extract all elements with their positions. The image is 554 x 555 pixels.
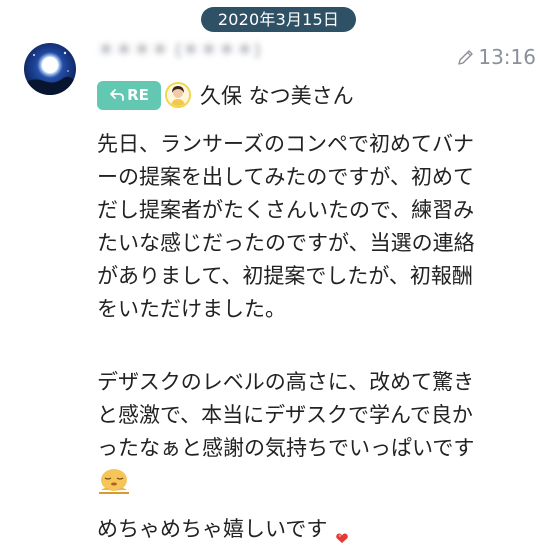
message-meta: 13:16 — [456, 44, 536, 70]
reply-to-name: 久保 なつ美さん — [200, 84, 354, 108]
reply-badge[interactable]: RE — [97, 80, 161, 110]
reply-to-avatar — [165, 82, 191, 108]
sender-name[interactable]: ＊＊＊＊ (＊＊＊＊) — [97, 39, 287, 63]
reply-badge-label: RE — [127, 86, 149, 104]
heart-icon — [335, 523, 349, 543]
closing-line: めちゃめちゃ嬉しいです — [97, 514, 349, 546]
reply-arrow-icon — [109, 88, 125, 102]
message-paragraph-1: 先日、ランサーズのコンペで初めてバナ ーの提案を出してみたのですが、初めて だし… — [97, 132, 475, 321]
closing-text: めちゃめちゃ嬉しいです — [97, 517, 328, 541]
pencil-icon — [456, 48, 475, 67]
message-paragraph-2: デザスクのレベルの高さに、改めて驚き と感激で、本当にデザスクで学んで良か った… — [97, 370, 475, 460]
sender-avatar[interactable] — [24, 43, 76, 95]
message-time: 13:16 — [478, 45, 536, 69]
bowing-face-emoji — [97, 466, 131, 496]
reply-reference[interactable]: RE 久保 なつ美さん — [97, 79, 354, 111]
chat-message: ＊＊＊＊ (＊＊＊＊) 13:16 RE 久保 なつ美さん 先日、ランサーズのコ… — [0, 0, 554, 555]
